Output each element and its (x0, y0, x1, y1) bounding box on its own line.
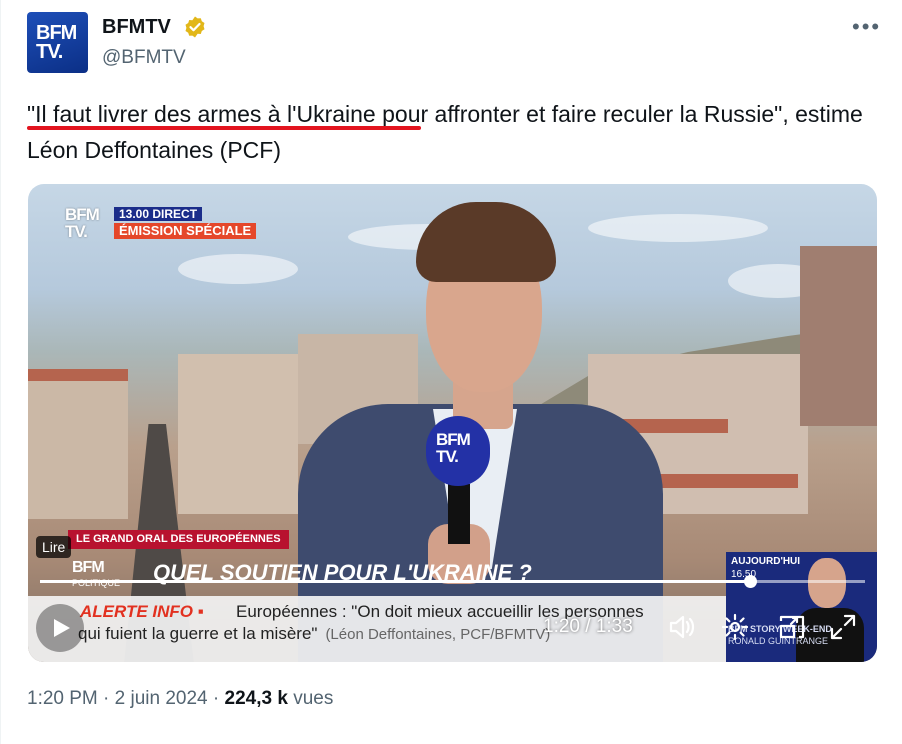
reporter-hair (416, 202, 556, 282)
play-icon (54, 619, 70, 637)
segment-label: LE GRAND ORAL DES EUROPÉENNES (68, 530, 289, 549)
more-icon[interactable]: ••• (852, 14, 881, 40)
progress-handle[interactable] (744, 575, 757, 588)
fullscreen-button[interactable] (828, 612, 858, 642)
tweet-meta: 1:20 PM · 2 juin 2024 · 224,3 k vues (27, 688, 333, 710)
pip-icon (779, 615, 805, 639)
program-logo: BFM POLITIQUE (72, 559, 121, 589)
program-logo-sub: POLITIQUE (72, 578, 121, 588)
ticker-line2-text: qui fuient la guerre et la misère" (78, 624, 318, 643)
lire-button[interactable]: Lire (36, 536, 72, 558)
cloud (588, 214, 768, 242)
microphone-handle (448, 484, 470, 544)
side-panel-title: AUJOURD'HUI (731, 556, 801, 567)
video-player[interactable]: BFM TV. BFM TV. 13.00 DIRECT ÉMISSION SP… (28, 184, 877, 662)
meta-separator: · (97, 688, 115, 709)
channel-logo: BFM TV. (65, 205, 100, 241)
ticker-line2: qui fuient la guerre et la misère" (Léon … (78, 624, 550, 644)
red-underline-annotation (27, 126, 421, 130)
avatar[interactable]: BFM TV. (27, 12, 88, 73)
channel-logo-line2: TV. (65, 222, 88, 241)
time-readout: 1:20 / 1:33 (543, 616, 633, 637)
special-tag: ÉMISSION SPÉCIALE (114, 223, 257, 239)
mic-logo-line2: TV. (436, 447, 459, 466)
progress-fill (40, 580, 750, 583)
guest-face (808, 558, 846, 608)
building (178, 354, 298, 514)
tweet-text: "Il faut livrer des armes à l'Ukraine po… (27, 101, 863, 163)
program-logo-text: BFM (72, 559, 105, 576)
channel-logo-line1: BFM (65, 205, 100, 224)
verified-badge-icon (185, 16, 205, 38)
avatar-text-line2: TV. (36, 41, 63, 63)
ticker-label: ALERTE INFO ▪ (80, 602, 204, 621)
volume-icon (669, 615, 695, 639)
building (28, 369, 128, 519)
cloud (178, 254, 298, 284)
settings-icon (721, 613, 749, 641)
microphone-logo: BFM TV. (426, 416, 490, 486)
side-panel: AUJOURD'HUI 16.50 BFM STORY WEEK-END RON… (726, 552, 877, 662)
pip-button[interactable] (777, 612, 807, 642)
fullscreen-icon (830, 614, 856, 640)
author-handle[interactable]: @BFMTV (102, 47, 186, 69)
tweet-date[interactable]: 2 juin 2024 (115, 688, 208, 709)
roof (28, 369, 128, 381)
apartment-tower (800, 246, 877, 426)
views-count: 224,3 k (224, 688, 288, 709)
volume-button[interactable] (666, 612, 696, 642)
live-tag: 13.00 DIRECT (114, 207, 203, 221)
play-button[interactable] (36, 604, 84, 652)
ticker-source: (Léon Deffontaines, PCF/BFMTV) (325, 626, 551, 643)
meta-separator: · (207, 688, 225, 709)
left-border (0, 0, 1, 744)
tweet-time[interactable]: 1:20 PM (27, 688, 98, 709)
settings-button[interactable] (720, 612, 750, 642)
roof (648, 474, 798, 488)
author-name[interactable]: BFMTV (102, 16, 171, 39)
views-label: vues (293, 688, 334, 709)
